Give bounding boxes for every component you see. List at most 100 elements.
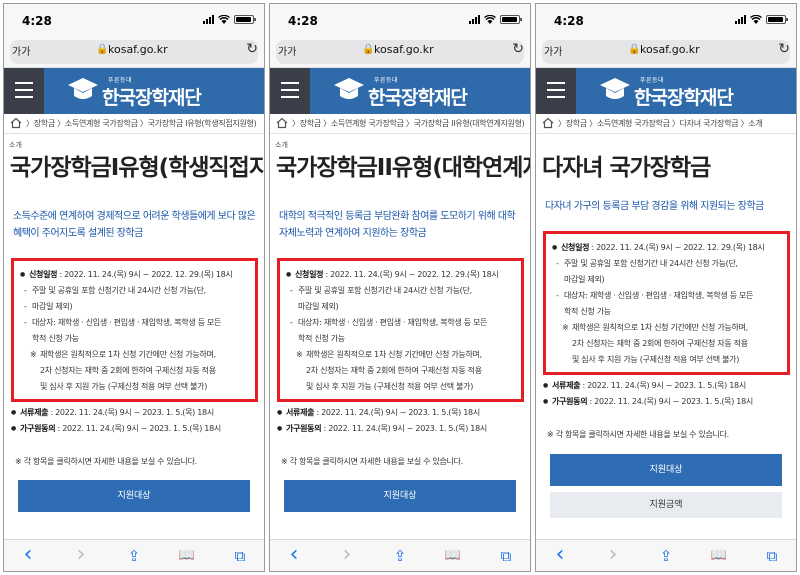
page-title: 국가장학금I유형(학생직접지원 xyxy=(10,155,264,181)
reload-icon[interactable]: ↻ xyxy=(512,41,524,57)
status-time: 4:28 xyxy=(554,14,584,28)
schedule-sub2: 대상자: 재학생 · 신입생 · 편입생 · 재입학생, 복학생 등 모든 xyxy=(552,288,783,304)
hamburger-menu-button[interactable] xyxy=(270,68,310,114)
site-header: 푸른등대 한국장학재단 xyxy=(4,68,264,114)
support-target-button[interactable]: 지원대상 xyxy=(550,454,782,486)
graduation-cap-logo-icon xyxy=(600,78,630,99)
hamburger-menu-button[interactable] xyxy=(536,68,576,114)
documents-line: 서류제출 : 2022. 11. 24.(목) 9시 ~ 2023. 1. 5.… xyxy=(543,378,790,394)
click-tip: ※ 각 항목을 클릭하시면 자세한 내용을 보실 수 있습니다. xyxy=(15,457,197,466)
support-target-button[interactable]: 지원대상 xyxy=(18,480,250,512)
home-icon[interactable] xyxy=(542,117,554,129)
site-header: 푸른등대 한국장학재단 xyxy=(536,68,796,114)
breadcrumb-path[interactable]: 〉장학금 〉소득연계형 국가장학금 〉다자녀 국가장학금 〉소개 xyxy=(558,118,763,129)
documents-line: 서류제출 : 2022. 11. 24.(목) 9시 ~ 2023. 1. 5.… xyxy=(277,405,524,421)
other-schedule: 서류제출 : 2022. 11. 24.(목) 9시 ~ 2023. 1. 5.… xyxy=(11,405,258,470)
consent-heading: 가구원동의 xyxy=(286,424,322,433)
status-time: 4:28 xyxy=(22,14,52,28)
main-content: 소개 국가장학금II유형(대학연계지원 대학의 적극적인 등록금 부담완화 참여… xyxy=(270,134,530,541)
documents-line: 서류제출 : 2022. 11. 24.(목) 9시 ~ 2023. 1. 5.… xyxy=(11,405,258,421)
consent-heading: 가구원동의 xyxy=(552,397,588,406)
schedule-sub1-cont: 마감일 제외) xyxy=(298,302,339,311)
highlighted-schedule-box: 신청일정 : 2022. 11. 24.(목) 9시 ~ 2022. 12. 2… xyxy=(11,258,258,402)
breadcrumb-path[interactable]: 〉장학금 〉소득연계형 국가장학금 〉국가장학금 II유형(대학연계지원형) xyxy=(292,118,525,129)
reload-icon[interactable]: ↻ xyxy=(778,41,790,57)
breadcrumb: 〉장학금 〉소득연계형 국가장학금 〉다자녀 국가장학금 〉소개 xyxy=(536,114,796,134)
support-amount-button[interactable]: 지원금액 xyxy=(550,492,782,518)
status-bar: 4:28 xyxy=(536,4,796,38)
wifi-icon xyxy=(218,15,230,24)
breadcrumb: 〉장학금 〉소득연계형 국가장학금 〉국가장학금 I유형(학생직접지원형) xyxy=(4,114,264,134)
schedule-note-cont1: 2차 신청자는 재학 중 2회에 한하여 구제신청 자동 적용 xyxy=(306,366,482,375)
documents-dates: : 2022. 11. 24.(목) 9시 ~ 2023. 1. 5.(목) 1… xyxy=(48,408,214,417)
url-domain[interactable]: kosaf.go.kr xyxy=(640,43,700,56)
graduation-cap-logo-icon xyxy=(68,78,98,99)
back-icon[interactable]: ‹ xyxy=(549,544,571,567)
schedule-dates: : 2022. 11. 24.(목) 9시 ~ 2022. 12. 29.(목)… xyxy=(57,270,233,279)
status-icons xyxy=(469,15,522,24)
tabs-icon[interactable]: ⧉ xyxy=(229,545,251,567)
bookmarks-icon[interactable]: 📖 xyxy=(442,545,464,567)
page-title: 국가장학금II유형(대학연계지원 xyxy=(276,155,530,181)
schedule-note-cont1: 2차 신청자는 재학 중 2회에 한하여 구제신청 자동 적용 xyxy=(40,366,216,375)
documents-dates: : 2022. 11. 24.(목) 9시 ~ 2023. 1. 5.(목) 1… xyxy=(314,408,480,417)
home-icon[interactable] xyxy=(276,117,288,129)
browser-toolbar: ‹ › ⇪ 📖 ⧉ xyxy=(536,539,796,571)
text-size-button[interactable]: 가가 xyxy=(278,43,296,58)
consent-line: 가구원동의 : 2022. 11. 24.(목) 9시 ~ 2023. 1. 5… xyxy=(277,421,524,437)
lock-icon: 🔒 xyxy=(362,44,375,55)
url-domain[interactable]: kosaf.go.kr xyxy=(108,43,168,56)
breadcrumb-path[interactable]: 〉장학금 〉소득연계형 국가장학금 〉국가장학금 I유형(학생직접지원형) xyxy=(26,118,257,129)
tabs-icon[interactable]: ⧉ xyxy=(761,545,783,567)
bookmarks-icon[interactable]: 📖 xyxy=(708,545,730,567)
hamburger-menu-button[interactable] xyxy=(4,68,44,114)
schedule-note-cont1: 2차 신청자는 재학 중 2회에 한하여 구제신청 자동 적용 xyxy=(572,339,748,348)
home-icon[interactable] xyxy=(10,117,22,129)
forward-icon[interactable]: › xyxy=(336,544,358,567)
documents-heading: 서류제출 xyxy=(20,408,49,417)
phone-screen-type2: 4:28 가가 🔒 kosaf.go.kr ↻ 푸른등대 한국장학재단 〉장학금… xyxy=(269,3,531,572)
tabs-icon[interactable]: ⧉ xyxy=(495,545,517,567)
reload-icon[interactable]: ↻ xyxy=(246,41,258,57)
share-icon[interactable]: ⇪ xyxy=(655,545,677,567)
support-target-button[interactable]: 지원대상 xyxy=(284,480,516,512)
forward-icon[interactable]: › xyxy=(602,544,624,567)
wifi-icon xyxy=(484,15,496,24)
text-size-button[interactable]: 가가 xyxy=(12,43,30,58)
browser-address-bar[interactable]: 가가 🔒 kosaf.go.kr ↻ xyxy=(270,38,530,68)
consent-dates: : 2022. 11. 24.(목) 9시 ~ 2023. 1. 5.(목) 1… xyxy=(587,397,754,406)
lock-icon: 🔒 xyxy=(96,44,109,55)
site-logo[interactable]: 한국장학재단 xyxy=(368,83,468,110)
share-icon[interactable]: ⇪ xyxy=(389,545,411,567)
status-icons xyxy=(735,15,788,24)
phone-screen-type1: 4:28 가가 🔒 kosaf.go.kr ↻ 푸른등대 한국장학재단 〉장학금… xyxy=(3,3,265,572)
documents-heading: 서류제출 xyxy=(286,408,315,417)
bookmarks-icon[interactable]: 📖 xyxy=(176,545,198,567)
url-domain[interactable]: kosaf.go.kr xyxy=(374,43,434,56)
battery-icon xyxy=(766,15,788,24)
battery-icon xyxy=(234,15,256,24)
schedule-sub1: 주말 및 공휴일 포함 신청기간 내 24시간 신청 가능(단, xyxy=(20,283,251,299)
schedule-sub2: 대상자: 재학생 · 신입생 · 편입생 · 재입학생, 복학생 등 모든 xyxy=(20,315,251,331)
browser-address-bar[interactable]: 가가 🔒 kosaf.go.kr ↻ xyxy=(4,38,264,68)
click-tip: ※ 각 항목을 클릭하시면 자세한 내용을 보실 수 있습니다. xyxy=(281,457,463,466)
consent-dates: : 2022. 11. 24.(목) 9시 ~ 2023. 1. 5.(목) 1… xyxy=(321,424,488,433)
schedule-sub1: 주말 및 공휴일 포함 신청기간 내 24시간 신청 가능(단, xyxy=(552,256,783,272)
other-schedule: 서류제출 : 2022. 11. 24.(목) 9시 ~ 2023. 1. 5.… xyxy=(277,405,524,470)
share-icon[interactable]: ⇪ xyxy=(123,545,145,567)
page-title: 다자녀 국가장학금 xyxy=(542,155,711,181)
consent-line: 가구원동의 : 2022. 11. 24.(목) 9시 ~ 2023. 1. 5… xyxy=(543,394,790,410)
text-size-button[interactable]: 가가 xyxy=(544,43,562,58)
status-bar: 4:28 xyxy=(4,4,264,38)
schedule-sub2-cont: 학적 신청 가능 xyxy=(32,334,79,343)
back-icon[interactable]: ‹ xyxy=(283,544,305,567)
forward-icon[interactable]: › xyxy=(70,544,92,567)
other-schedule: 서류제출 : 2022. 11. 24.(목) 9시 ~ 2023. 1. 5.… xyxy=(543,378,790,443)
back-icon[interactable]: ‹ xyxy=(17,544,39,567)
battery-icon xyxy=(500,15,522,24)
scholarship-description: 대학의 적극적인 등록금 부담완화 참여를 도모하기 위해 대학 자체노력과 연… xyxy=(279,211,516,239)
site-logo[interactable]: 한국장학재단 xyxy=(634,83,734,110)
schedule-line: 신청일정 : 2022. 11. 24.(목) 9시 ~ 2022. 12. 2… xyxy=(286,267,517,283)
browser-address-bar[interactable]: 가가 🔒 kosaf.go.kr ↻ xyxy=(536,38,796,68)
site-logo[interactable]: 한국장학재단 xyxy=(102,83,202,110)
